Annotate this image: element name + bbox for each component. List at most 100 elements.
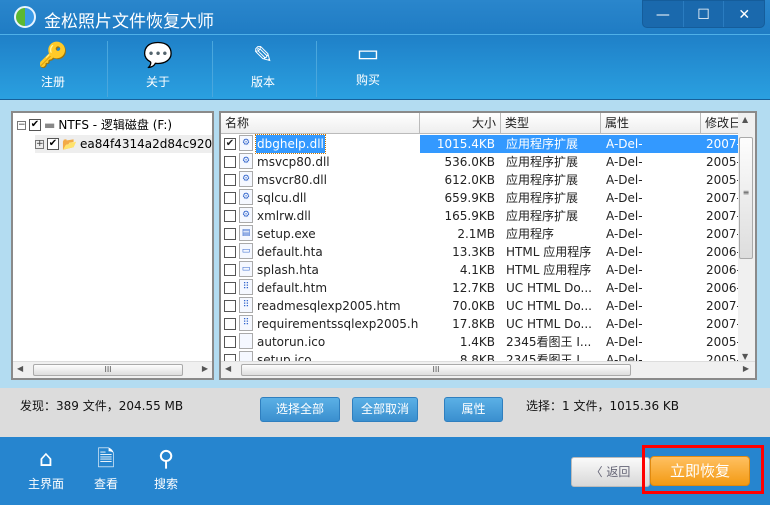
file-dll-icon: ⚙ <box>239 135 253 151</box>
file-hta-icon: ▭ <box>239 261 253 277</box>
row-checkbox[interactable]: ✔ <box>224 138 236 150</box>
table-row[interactable]: ⚙ xmlrw.dll 165.9KB 应用程序扩展 A-Del- 2007- <box>221 207 741 225</box>
search-button[interactable]: ⚲ 搜索 <box>141 445 191 492</box>
table-row[interactable]: ⠿ requirementssqlexp2005.h... 17.8KB UC … <box>221 315 741 333</box>
table-row[interactable]: ⚙ msvcr80.dll 612.0KB 应用程序扩展 A-Del- 2005… <box>221 171 741 189</box>
deselect-all-button[interactable]: 全部取消 <box>352 397 418 422</box>
folder-tree: − ✔ ▬ NTFS - 逻辑磁盘 (F:) + ✔ 📂 ea84f4314a2… <box>11 111 214 380</box>
file-type: 应用程序扩展 <box>501 135 601 153</box>
file-type: 应用程序 <box>506 227 555 241</box>
row-checkbox[interactable] <box>224 156 236 168</box>
row-checkbox[interactable] <box>224 264 236 276</box>
file-htm-icon: ⠿ <box>239 315 253 331</box>
table-row[interactable]: ✔ ⚙ dbghelp.dll 1015.4KB 应用程序扩展 A-Del- 2… <box>221 134 741 154</box>
row-checkbox[interactable] <box>224 174 236 186</box>
register-button[interactable]: 🔑 注册 <box>3 35 103 101</box>
tree-node-folder[interactable]: + ✔ 📂 ea84f4314a2d84c920 <box>35 135 213 153</box>
minimize-button[interactable]: — <box>643 1 684 27</box>
file-attr: A-Del- <box>606 155 643 169</box>
table-row[interactable]: ⠿ default.htm 12.7KB UC HTML Do... A-Del… <box>221 279 741 297</box>
tree-node-root[interactable]: − ✔ ▬ NTFS - 逻辑磁盘 (F:) <box>17 116 172 134</box>
chat-icon: 💬 <box>143 41 173 69</box>
checkbox[interactable]: ✔ <box>47 138 59 150</box>
file-date: 2007- <box>706 227 741 241</box>
column-header-date[interactable]: 修改日 <box>701 113 741 134</box>
file-attr: A-Del- <box>606 245 643 259</box>
file-date: 2005- <box>706 335 741 349</box>
column-header-size[interactable]: 大小 <box>420 113 501 134</box>
tree-horizontal-scrollbar[interactable]: ◀ III ▶ <box>13 361 212 378</box>
home-icon: ⌂ <box>39 447 53 472</box>
row-checkbox[interactable] <box>224 228 236 240</box>
file-name: msvcp80.dll <box>257 155 330 169</box>
file-date: 2007- <box>701 135 741 153</box>
table-row[interactable]: ▤ setup.exe 2.1MB 应用程序 A-Del- 2007- <box>221 225 741 243</box>
select-all-button[interactable]: 选择全部 <box>260 397 340 422</box>
file-date: 2007- <box>706 209 741 223</box>
search-icon: ⚲ <box>157 447 175 472</box>
drive-icon: ▬ <box>44 118 56 132</box>
column-header-type[interactable]: 类型 <box>501 113 601 134</box>
table-row[interactable]: ⚙ sqlcu.dll 659.9KB 应用程序扩展 A-Del- 2007- <box>221 189 741 207</box>
file-size: 1.4KB <box>459 335 495 349</box>
table-row[interactable]: ⠿ readmesqlexp2005.htm 70.0KB UC HTML Do… <box>221 297 741 315</box>
list-horizontal-scrollbar[interactable]: ◀ III ▶ <box>221 361 755 378</box>
file-type: 应用程序扩展 <box>506 191 579 205</box>
file-attr: A-Del- <box>601 135 701 153</box>
file-size: 70.0KB <box>452 299 495 313</box>
file-name: setup.exe <box>257 227 316 241</box>
file-exe-icon: ▤ <box>239 225 253 241</box>
row-checkbox[interactable] <box>224 282 236 294</box>
file-dll-icon: ⚙ <box>239 153 253 169</box>
column-header-attr[interactable]: 属性 <box>601 113 701 134</box>
row-checkbox[interactable] <box>224 210 236 222</box>
file-size: 659.9KB <box>444 191 495 205</box>
recover-now-button[interactable]: 立即恢复 <box>650 456 750 486</box>
buy-button[interactable]: ▭ 购买 <box>318 33 418 99</box>
bottom-bar: ⌂ 主界面 🗎 查看 ⚲ 搜索 〈 返回 立即恢复 <box>0 437 770 505</box>
table-row[interactable]: ⚙ msvcp80.dll 536.0KB 应用程序扩展 A-Del- 2005… <box>221 153 741 171</box>
file-list: 名称 大小 类型 属性 修改日 ✔ ⚙ dbghelp.dll 1015.4KB… <box>219 111 757 380</box>
file-size: 536.0KB <box>444 155 495 169</box>
folder-icon: 📂 <box>62 137 77 151</box>
view-icon: 🗎 <box>97 447 115 472</box>
file-htm-icon: ⠿ <box>239 279 253 295</box>
file-size: 17.8KB <box>452 317 495 331</box>
file-hta-icon: ▭ <box>239 243 253 259</box>
table-row[interactable]: autorun.ico 1.4KB 2345看图王 I... A-Del- 20… <box>221 333 741 351</box>
row-checkbox[interactable] <box>224 318 236 330</box>
row-checkbox[interactable] <box>224 336 236 348</box>
table-row[interactable]: ▭ default.hta 13.3KB HTML 应用程序 A-Del- 20… <box>221 243 741 261</box>
view-button[interactable]: 🗎 查看 <box>81 445 131 492</box>
file-attr: A-Del- <box>606 299 643 313</box>
row-checkbox[interactable] <box>224 246 236 258</box>
close-button[interactable]: ✕ <box>724 1 764 27</box>
file-type: HTML 应用程序 <box>506 263 592 277</box>
file-date: 2005- <box>706 155 741 169</box>
card-icon: ▭ <box>356 39 380 67</box>
row-checkbox[interactable] <box>224 300 236 312</box>
file-size: 1015.4KB <box>420 135 501 153</box>
version-button[interactable]: ✎ 版本 <box>213 35 313 101</box>
file-size: 12.7KB <box>452 281 495 295</box>
home-button[interactable]: ⌂ 主界面 <box>21 445 71 492</box>
file-size: 612.0KB <box>444 173 495 187</box>
glue-icon: ✎ <box>252 41 274 69</box>
file-name: default.htm <box>257 281 328 295</box>
file-date: 2006- <box>706 263 741 277</box>
file-name: readmesqlexp2005.htm <box>257 299 401 313</box>
table-row[interactable]: ▭ splash.hta 4.1KB HTML 应用程序 A-Del- 2006… <box>221 261 741 279</box>
column-header-name[interactable]: 名称 <box>221 113 420 134</box>
vertical-scrollbar[interactable]: ▲ ≡ ▼ <box>738 113 755 363</box>
row-checkbox[interactable] <box>224 192 236 204</box>
file-attr: A-Del- <box>606 335 643 349</box>
file-attr: A-Del- <box>606 227 643 241</box>
found-summary: 发现：389 文件，204.55 MB <box>20 399 184 413</box>
about-button[interactable]: 💬 关于 <box>108 35 208 101</box>
maximize-button[interactable]: ☐ <box>684 1 725 27</box>
checkbox[interactable]: ✔ <box>29 119 41 131</box>
properties-button[interactable]: 属性 <box>444 397 503 422</box>
collapse-icon[interactable]: − <box>17 120 26 130</box>
expand-icon[interactable]: + <box>35 139 44 149</box>
back-button[interactable]: 〈 返回 <box>571 457 650 487</box>
